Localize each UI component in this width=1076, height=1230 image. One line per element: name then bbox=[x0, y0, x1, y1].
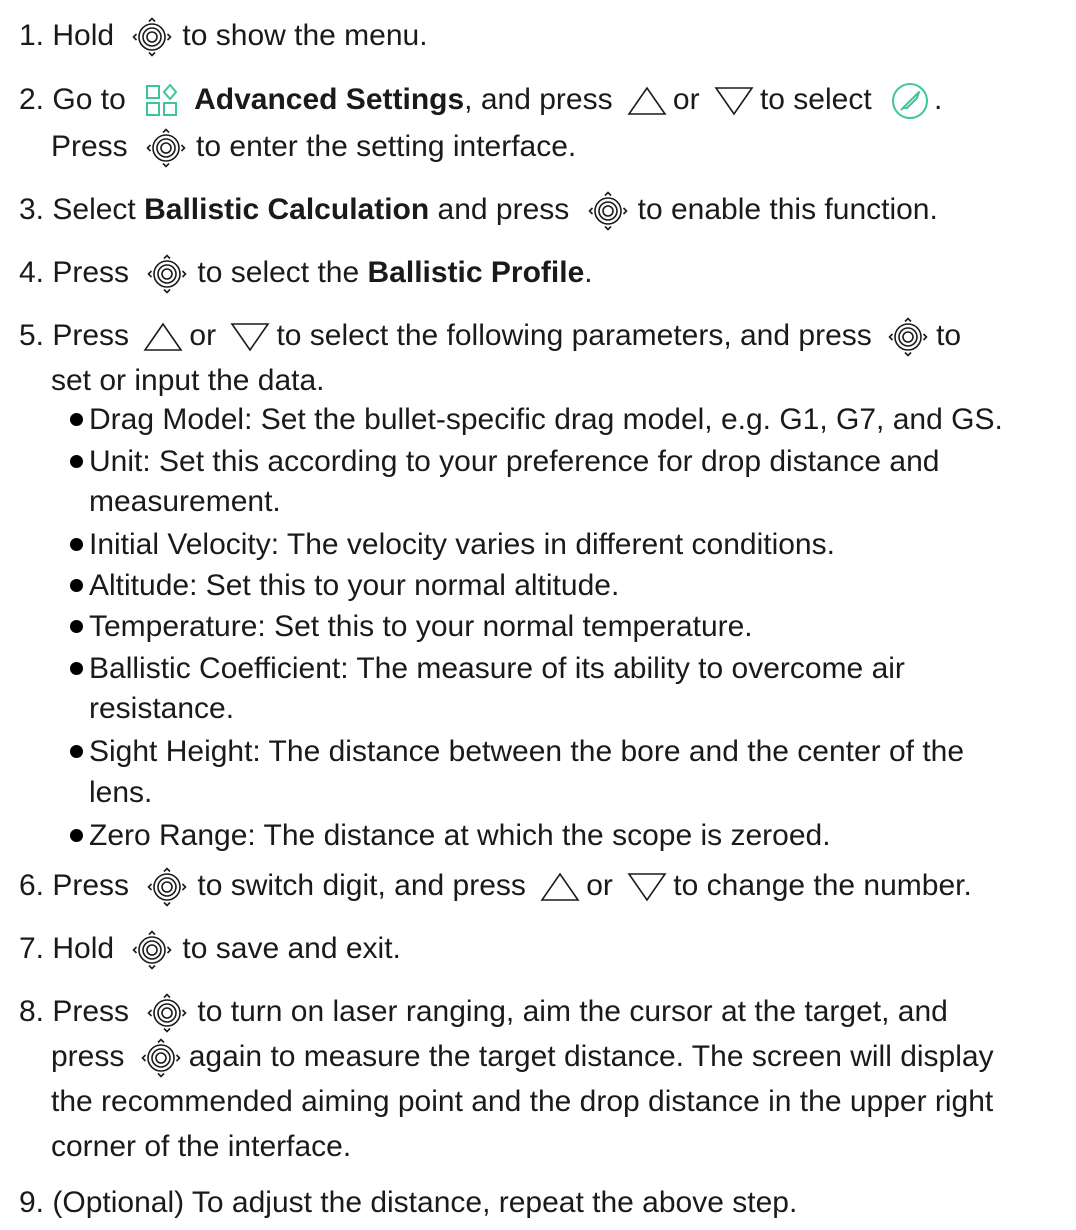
target-knob-icon bbox=[888, 317, 928, 357]
step-text: to enter the setting interface. bbox=[196, 130, 577, 163]
step-text: Press bbox=[52, 869, 130, 902]
param-item: Initial Velocity: The velocity varies in… bbox=[89, 528, 835, 561]
step-1: 1. Hold to show the menu. bbox=[19, 16, 428, 56]
step-text: Hold bbox=[52, 932, 115, 965]
target-knob-icon bbox=[132, 930, 172, 970]
step-text: or bbox=[672, 83, 700, 116]
bullet-icon bbox=[70, 829, 83, 842]
step-text: Go to bbox=[52, 83, 126, 116]
ballistic-profile-label: Ballistic Profile bbox=[367, 256, 585, 289]
step-text: the recommended aiming point and the dro… bbox=[51, 1085, 994, 1118]
triangle-up-icon bbox=[540, 871, 580, 903]
step-6: 6. Press to switch digit, and press or t… bbox=[19, 866, 972, 906]
step-text: to select the bbox=[197, 256, 360, 289]
step-9: 9. (Optional) To adjust the distance, re… bbox=[19, 1183, 797, 1223]
ballistic-calculation-label: Ballistic Calculation bbox=[144, 193, 430, 226]
step-text: Select bbox=[52, 193, 136, 226]
target-knob-icon bbox=[146, 128, 186, 168]
step-text: again to measure the target distance. Th… bbox=[188, 1040, 994, 1073]
step-text: to switch digit, and press bbox=[197, 869, 526, 902]
param-item: Ballistic Coefficient: The measure of it… bbox=[89, 652, 905, 685]
bullet-icon bbox=[70, 620, 83, 633]
triangle-down-icon bbox=[230, 321, 270, 353]
step-text: . bbox=[584, 256, 593, 289]
step-text: press bbox=[51, 1040, 125, 1073]
step-text: Hold bbox=[52, 19, 115, 52]
param-item-continued: measurement. bbox=[89, 485, 281, 518]
step-text: to show the menu. bbox=[182, 19, 428, 52]
step-text: or bbox=[189, 319, 217, 352]
target-knob-icon bbox=[141, 1038, 181, 1078]
step-8-line-3: the recommended aiming point and the dro… bbox=[51, 1082, 993, 1122]
step-5: 5. Press or to select the following para… bbox=[19, 316, 961, 356]
step-text: (Optional) To adjust the distance, repea… bbox=[52, 1186, 798, 1219]
step-text: , and press bbox=[464, 83, 613, 116]
step-7: 7. Hold to save and exit. bbox=[19, 929, 401, 969]
step-number: 3. bbox=[19, 193, 45, 226]
bullet-icon bbox=[70, 745, 83, 758]
bullet-icon bbox=[70, 579, 83, 592]
param-item-continued: lens. bbox=[89, 776, 153, 809]
step-number: 6. bbox=[19, 869, 45, 902]
step-8-line-2: press again to measure the target distan… bbox=[51, 1037, 994, 1077]
bullet-icon bbox=[70, 662, 83, 675]
param-item: Drag Model: Set the bullet-specific drag… bbox=[89, 403, 1003, 436]
step-text: to select bbox=[759, 83, 872, 116]
step-text: to enable this function. bbox=[637, 193, 938, 226]
step-3: 3. Select Ballistic Calculation and pres… bbox=[19, 190, 938, 230]
step-2-continued: Press to enter the setting interface. bbox=[51, 127, 576, 167]
target-knob-icon bbox=[132, 17, 172, 57]
param-item: Unit: Set this according to your prefere… bbox=[89, 445, 940, 478]
bullet-icon bbox=[70, 455, 83, 468]
step-number: 2. bbox=[19, 83, 45, 116]
param-item: Zero Range: The distance at which the sc… bbox=[89, 819, 831, 852]
step-number: 7. bbox=[19, 932, 45, 965]
triangle-down-icon bbox=[627, 871, 667, 903]
param-item: Temperature: Set this to your normal tem… bbox=[89, 610, 753, 643]
step-text: set or input the data. bbox=[51, 364, 325, 397]
step-8: 8. Press to turn on laser ranging, aim t… bbox=[19, 992, 948, 1032]
step-text: Press bbox=[52, 256, 130, 289]
advanced-settings-icon bbox=[146, 83, 178, 117]
step-5-continued: set or input the data. bbox=[51, 361, 325, 401]
step-4: 4. Press to select the Ballistic Profile… bbox=[19, 253, 593, 293]
bullet-icon bbox=[70, 413, 83, 426]
step-text: and press bbox=[437, 193, 570, 226]
document-page: 1. Hold to show the menu. 2. Go to Advan… bbox=[0, 0, 1076, 1230]
step-text: Press bbox=[51, 130, 128, 163]
ballistic-bullet-icon bbox=[892, 83, 929, 120]
triangle-up-icon bbox=[627, 85, 667, 117]
step-2: 2. Go to Advanced Settings, and press or… bbox=[19, 80, 942, 120]
step-number: 4. bbox=[19, 256, 45, 289]
step-number: 1. bbox=[19, 19, 45, 52]
step-text: Press bbox=[52, 995, 130, 1028]
target-knob-icon bbox=[147, 993, 187, 1033]
param-item: Sight Height: The distance between the b… bbox=[89, 735, 965, 768]
step-number: 8. bbox=[19, 995, 45, 1028]
step-text: Press bbox=[52, 319, 130, 352]
step-text: to save and exit. bbox=[182, 932, 401, 965]
step-8-line-4: corner of the interface. bbox=[51, 1127, 351, 1167]
advanced-settings-label: Advanced Settings bbox=[194, 83, 465, 116]
param-item-continued: resistance. bbox=[89, 692, 235, 725]
step-text: to select the following parameters, and … bbox=[276, 319, 872, 352]
step-text: to turn on laser ranging, aim the cursor… bbox=[197, 995, 948, 1028]
param-item: Altitude: Set this to your normal altitu… bbox=[89, 569, 620, 602]
step-text: corner of the interface. bbox=[51, 1130, 352, 1163]
step-text: . bbox=[934, 83, 943, 116]
target-knob-icon bbox=[588, 191, 628, 231]
bullet-icon bbox=[70, 538, 83, 551]
step-number: 9. bbox=[19, 1186, 45, 1219]
step-text: or bbox=[586, 869, 613, 902]
triangle-up-icon bbox=[143, 321, 183, 353]
target-knob-icon bbox=[147, 254, 187, 294]
triangle-down-icon bbox=[714, 85, 754, 117]
step-number: 5. bbox=[19, 319, 45, 352]
step-text: to change the number. bbox=[673, 869, 972, 902]
target-knob-icon bbox=[147, 867, 187, 907]
step-text: to bbox=[936, 319, 962, 352]
